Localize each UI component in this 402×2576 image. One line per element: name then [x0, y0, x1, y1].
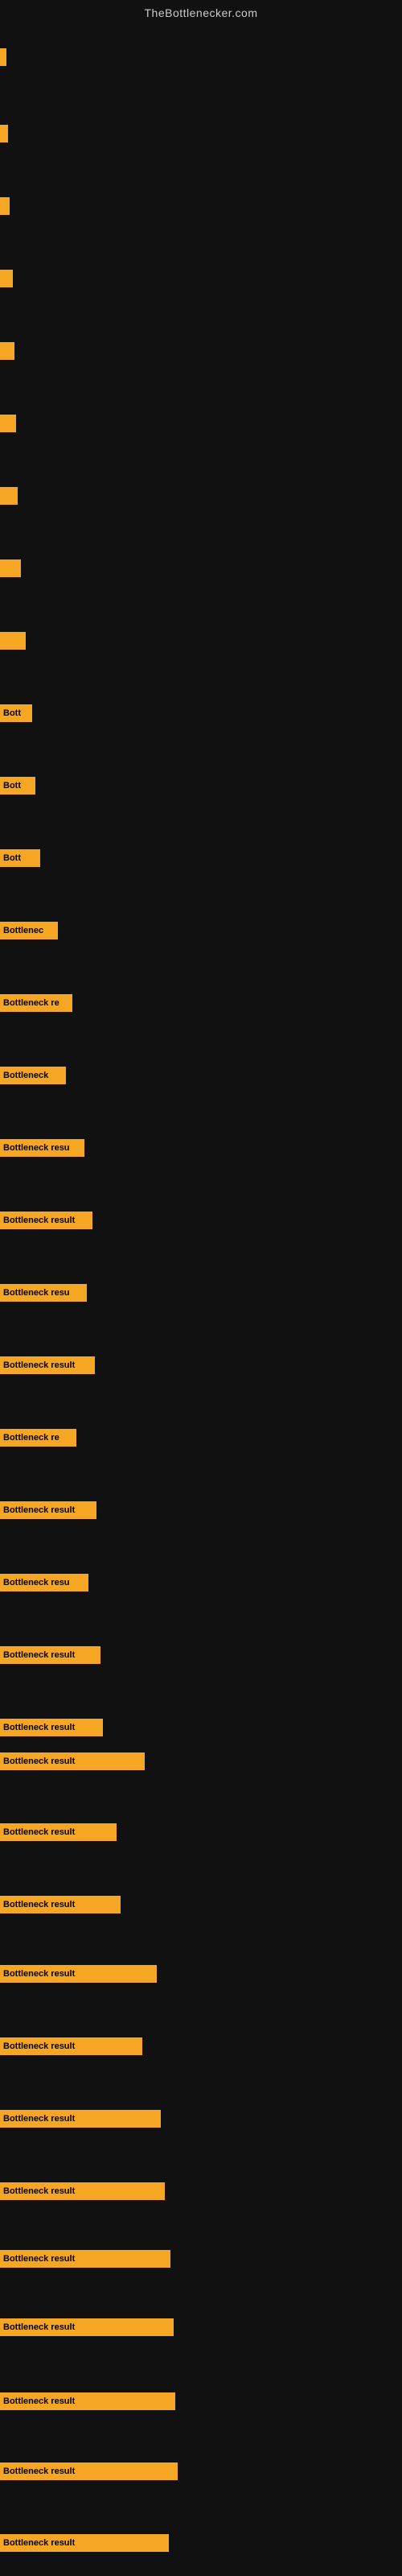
chart-area: TheBottlenecker.com Bott Bott Bott Bottlene… [0, 0, 402, 2576]
bar-label-34: Bottleneck result [3, 2396, 75, 2406]
bar-item-36: Bottleneck result [0, 2534, 169, 2552]
bar-label-12: Bott [3, 853, 21, 863]
bar-label-18: Bottleneck resu [3, 1288, 70, 1298]
bar-item-9 [0, 632, 26, 650]
bar-label-17: Bottleneck result [3, 1216, 75, 1225]
bar-item-26: Bottleneck result [0, 1823, 117, 1841]
bar-item-13: Bottlenec [0, 922, 58, 939]
bar-item-15: Bottleneck [0, 1067, 66, 1084]
bar-label-19: Bottleneck result [3, 1360, 75, 1370]
bar-item-28: Bottleneck result [0, 1965, 157, 1983]
bar-label-20: Bottleneck re [3, 1433, 59, 1443]
bar-label-27: Bottleneck result [3, 1900, 75, 1909]
bar-item-1 [0, 48, 6, 66]
bar-item-34: Bottleneck result [0, 2392, 175, 2410]
bar-item-30: Bottleneck result [0, 2110, 161, 2128]
bar-item-17: Bottleneck result [0, 1212, 92, 1229]
bar-label-14: Bottleneck re [3, 998, 59, 1008]
bar-label-24: Bottleneck result [3, 1723, 75, 1732]
bar-item-32: Bottleneck result [0, 2250, 170, 2268]
bar-label-35: Bottleneck result [3, 2467, 75, 2476]
bar-item-12: Bott [0, 849, 40, 867]
bar-item-7 [0, 487, 18, 505]
bar-item-8 [0, 559, 21, 577]
bar-label-22: Bottleneck resu [3, 1578, 70, 1587]
bar-item-18: Bottleneck resu [0, 1284, 87, 1302]
bar-item-4 [0, 270, 13, 287]
bar-item-29: Bottleneck result [0, 2037, 142, 2055]
bar-item-11: Bott [0, 777, 35, 795]
bar-label-29: Bottleneck result [3, 2041, 75, 2051]
bar-label-31: Bottleneck result [3, 2186, 75, 2196]
bar-item-27: Bottleneck result [0, 1896, 121, 1913]
bar-item-22: Bottleneck resu [0, 1574, 88, 1591]
bar-label-21: Bottleneck result [3, 1505, 75, 1515]
bar-item-14: Bottleneck re [0, 994, 72, 1012]
bar-item-2 [0, 125, 8, 142]
bar-label-36: Bottleneck result [3, 2538, 75, 2548]
bar-item-35: Bottleneck result [0, 2462, 178, 2480]
bar-label-16: Bottleneck resu [3, 1143, 70, 1153]
bar-item-21: Bottleneck result [0, 1501, 96, 1519]
bar-label-13: Bottlenec [3, 926, 43, 935]
bar-item-33: Bottleneck result [0, 2318, 174, 2336]
bar-label-10: Bott [3, 708, 21, 718]
bar-item-3 [0, 197, 10, 215]
bar-label-30: Bottleneck result [3, 2114, 75, 2124]
bar-label-15: Bottleneck [3, 1071, 48, 1080]
bar-label-33: Bottleneck result [3, 2322, 75, 2332]
bar-item-10: Bott [0, 704, 32, 722]
bar-item-25: Bottleneck result [0, 1752, 145, 1770]
bar-item-31: Bottleneck result [0, 2182, 165, 2200]
bar-label-11: Bott [3, 781, 21, 791]
bar-item-23: Bottleneck result [0, 1646, 100, 1664]
bar-label-23: Bottleneck result [3, 1650, 75, 1660]
bar-label-32: Bottleneck result [3, 2254, 75, 2264]
bar-label-25: Bottleneck result [3, 1757, 75, 1766]
bar-item-20: Bottleneck re [0, 1429, 76, 1447]
bar-item-16: Bottleneck resu [0, 1139, 84, 1157]
bar-item-5 [0, 342, 14, 360]
bar-item-19: Bottleneck result [0, 1356, 95, 1374]
bar-label-26: Bottleneck result [3, 1827, 75, 1837]
bar-label-28: Bottleneck result [3, 1969, 75, 1979]
site-title: TheBottlenecker.com [0, 0, 402, 23]
bar-item-6 [0, 415, 16, 432]
bar-item-24: Bottleneck result [0, 1719, 103, 1736]
